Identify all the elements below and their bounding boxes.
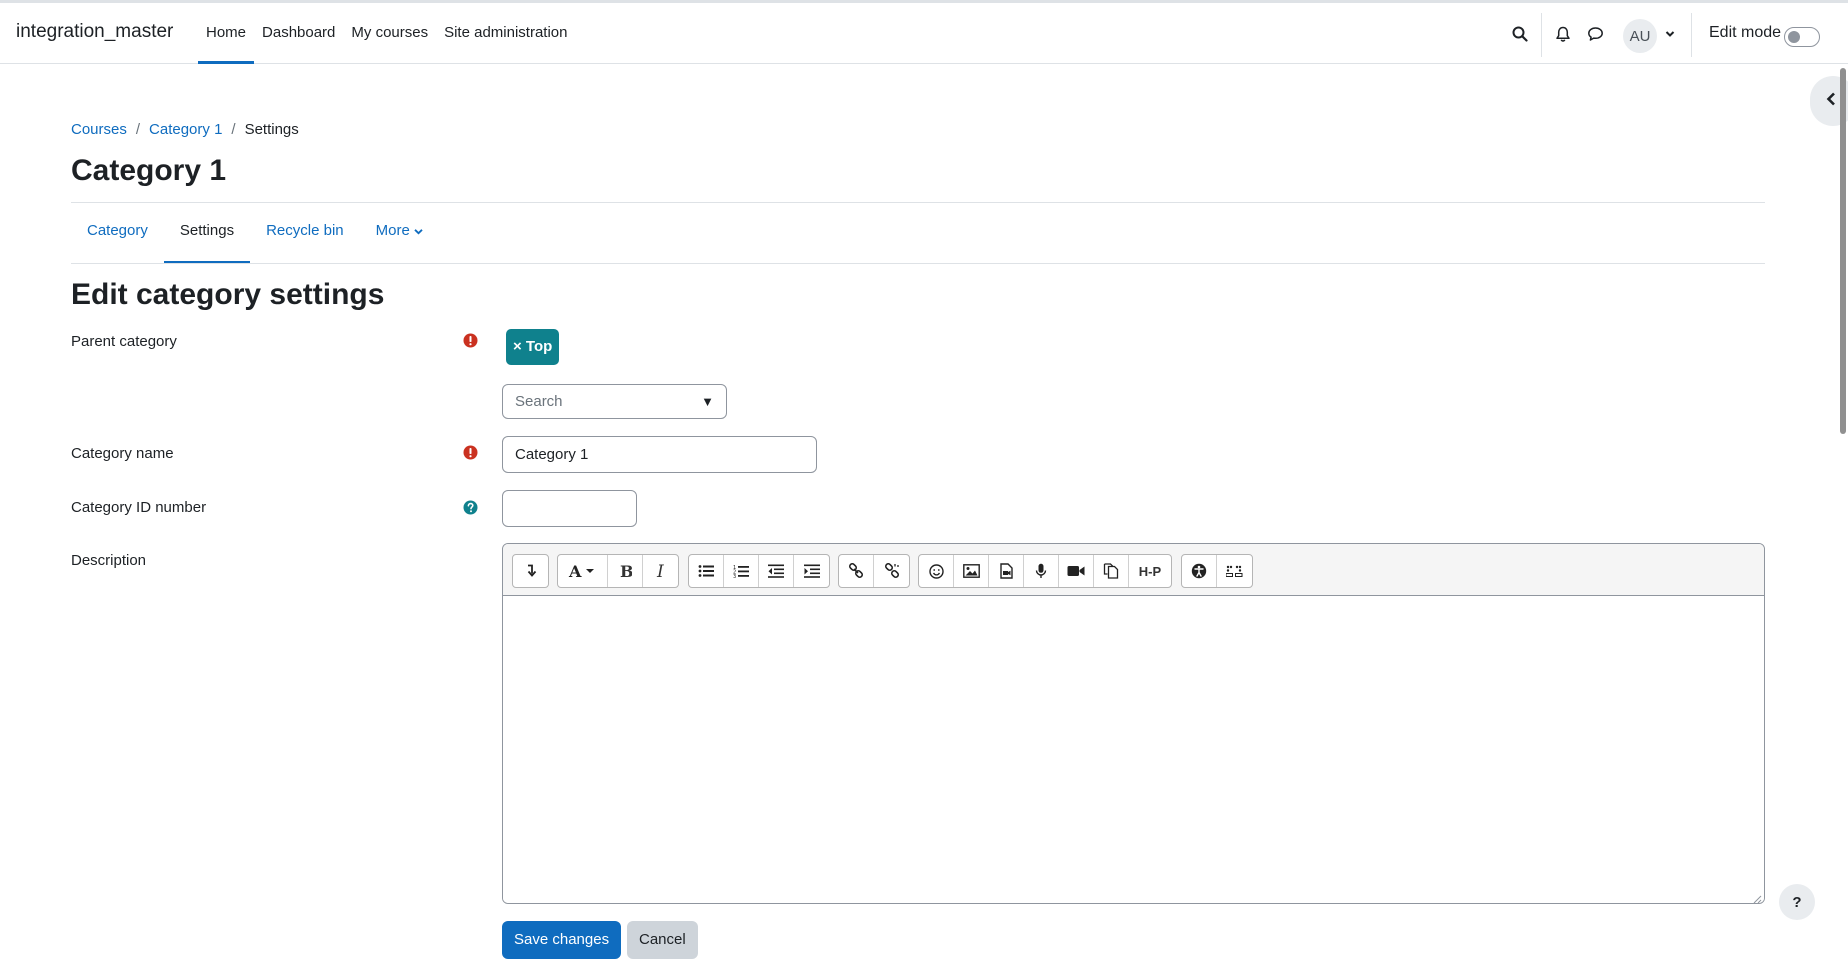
description-editor: A B I 123 [502, 543, 1765, 904]
image-icon[interactable] [954, 555, 989, 587]
resize-handle-icon[interactable] [1752, 891, 1762, 903]
toggle-knob [1788, 31, 1800, 43]
outdent-icon[interactable] [759, 555, 794, 587]
editor-toolbar: A B I 123 [503, 544, 1764, 596]
indent-icon[interactable] [794, 555, 829, 587]
nav-my-courses[interactable]: My courses [343, 3, 436, 63]
scrollbar-thumb[interactable] [1840, 68, 1846, 434]
accessibility-checker-icon[interactable] [1182, 555, 1217, 587]
breadcrumb-category[interactable]: Category 1 [149, 121, 222, 138]
breadcrumb: Courses / Category 1 / Settings [71, 121, 299, 138]
dropdown-arrow-icon[interactable]: ▼ [701, 385, 714, 418]
required-icon[interactable] [463, 445, 478, 460]
header-divider [71, 202, 1765, 203]
toolbar-group: H-P [918, 554, 1172, 588]
search-placeholder: Search [515, 393, 563, 410]
font-style-icon[interactable]: A [558, 555, 608, 587]
description-label: Description [71, 552, 147, 569]
emoji-icon[interactable] [919, 555, 954, 587]
category-name-label: Category name [71, 445, 174, 462]
unlink-icon[interactable] [874, 555, 909, 587]
toolbar-group [838, 554, 910, 588]
screenreader-helper-icon[interactable] [1217, 555, 1252, 587]
breadcrumb-separator: / [135, 121, 141, 138]
show-more-icon[interactable] [513, 555, 548, 587]
ordered-list-icon[interactable]: 123 [724, 555, 759, 587]
tab-category[interactable]: Category [71, 204, 164, 263]
user-avatar[interactable]: AU [1623, 19, 1657, 53]
h5p-icon[interactable]: H-P [1129, 555, 1171, 587]
description-textarea[interactable] [503, 596, 1764, 903]
chevron-down-icon [414, 222, 423, 239]
help-button[interactable]: ? [1779, 884, 1815, 920]
svg-text:I: I [656, 563, 664, 579]
top-navbar: integration_master Home Dashboard My cou… [0, 0, 1848, 64]
category-id-label: Category ID number [71, 499, 207, 516]
nav-home[interactable]: Home [198, 3, 255, 64]
category-id-field[interactable] [502, 490, 637, 527]
svg-text:3: 3 [733, 574, 736, 579]
record-video-icon[interactable] [1059, 555, 1094, 587]
tab-settings[interactable]: Settings [163, 204, 251, 264]
parent-category-label: Parent category [71, 333, 177, 350]
bold-icon[interactable]: B [608, 555, 643, 587]
toolbar-group [1181, 554, 1253, 588]
nav-site-administration[interactable]: Site administration [436, 3, 575, 63]
section-title: Edit category settings [71, 278, 385, 311]
search-icon[interactable] [1509, 23, 1531, 45]
chevron-left-icon [1826, 92, 1836, 110]
svg-text:B: B [620, 563, 632, 579]
parent-category-search[interactable]: Search ▼ [502, 384, 727, 419]
unordered-list-icon[interactable] [689, 555, 724, 587]
primary-navigation: Home Dashboard My courses Site administr… [198, 3, 576, 64]
breadcrumb-courses[interactable]: Courses [71, 121, 127, 138]
tab-recycle-bin[interactable]: Recycle bin [250, 204, 360, 263]
save-changes-button[interactable]: Save changes [502, 921, 622, 959]
tab-more-label: More [375, 222, 410, 239]
page-title: Category 1 [71, 154, 227, 187]
record-audio-icon[interactable] [1024, 555, 1059, 587]
tabs-divider [71, 263, 1765, 264]
toolbar-group: A B I [557, 554, 679, 588]
nav-divider [1541, 13, 1542, 57]
cancel-button[interactable]: Cancel [627, 921, 698, 959]
chevron-down-icon[interactable] [1659, 23, 1681, 45]
breadcrumb-current: Settings [244, 121, 299, 138]
nav-divider [1691, 13, 1692, 57]
toolbar-group [512, 554, 549, 588]
nav-dashboard[interactable]: Dashboard [254, 3, 343, 63]
link-icon[interactable] [839, 555, 874, 587]
secondary-navigation: Category Settings Recycle bin More [71, 204, 439, 264]
category-name-field[interactable] [502, 436, 817, 473]
italic-icon[interactable]: I [643, 555, 678, 587]
media-file-icon[interactable] [989, 555, 1024, 587]
svg-text:A: A [568, 563, 582, 579]
site-name[interactable]: integration_master [16, 21, 173, 43]
edit-mode-toggle[interactable] [1784, 27, 1820, 47]
help-icon[interactable] [463, 500, 478, 515]
manage-files-icon[interactable] [1094, 555, 1129, 587]
toolbar-group: 123 [688, 554, 830, 588]
h5p-label: H-P [1138, 563, 1162, 579]
tab-more[interactable]: More [360, 204, 439, 263]
selected-parent-chip[interactable]: × Top [506, 329, 560, 365]
breadcrumb-separator: / [231, 121, 236, 138]
required-icon[interactable] [463, 333, 478, 348]
bell-icon[interactable] [1552, 23, 1574, 45]
edit-mode-label: Edit mode [1709, 24, 1782, 41]
chat-icon[interactable] [1584, 23, 1606, 45]
